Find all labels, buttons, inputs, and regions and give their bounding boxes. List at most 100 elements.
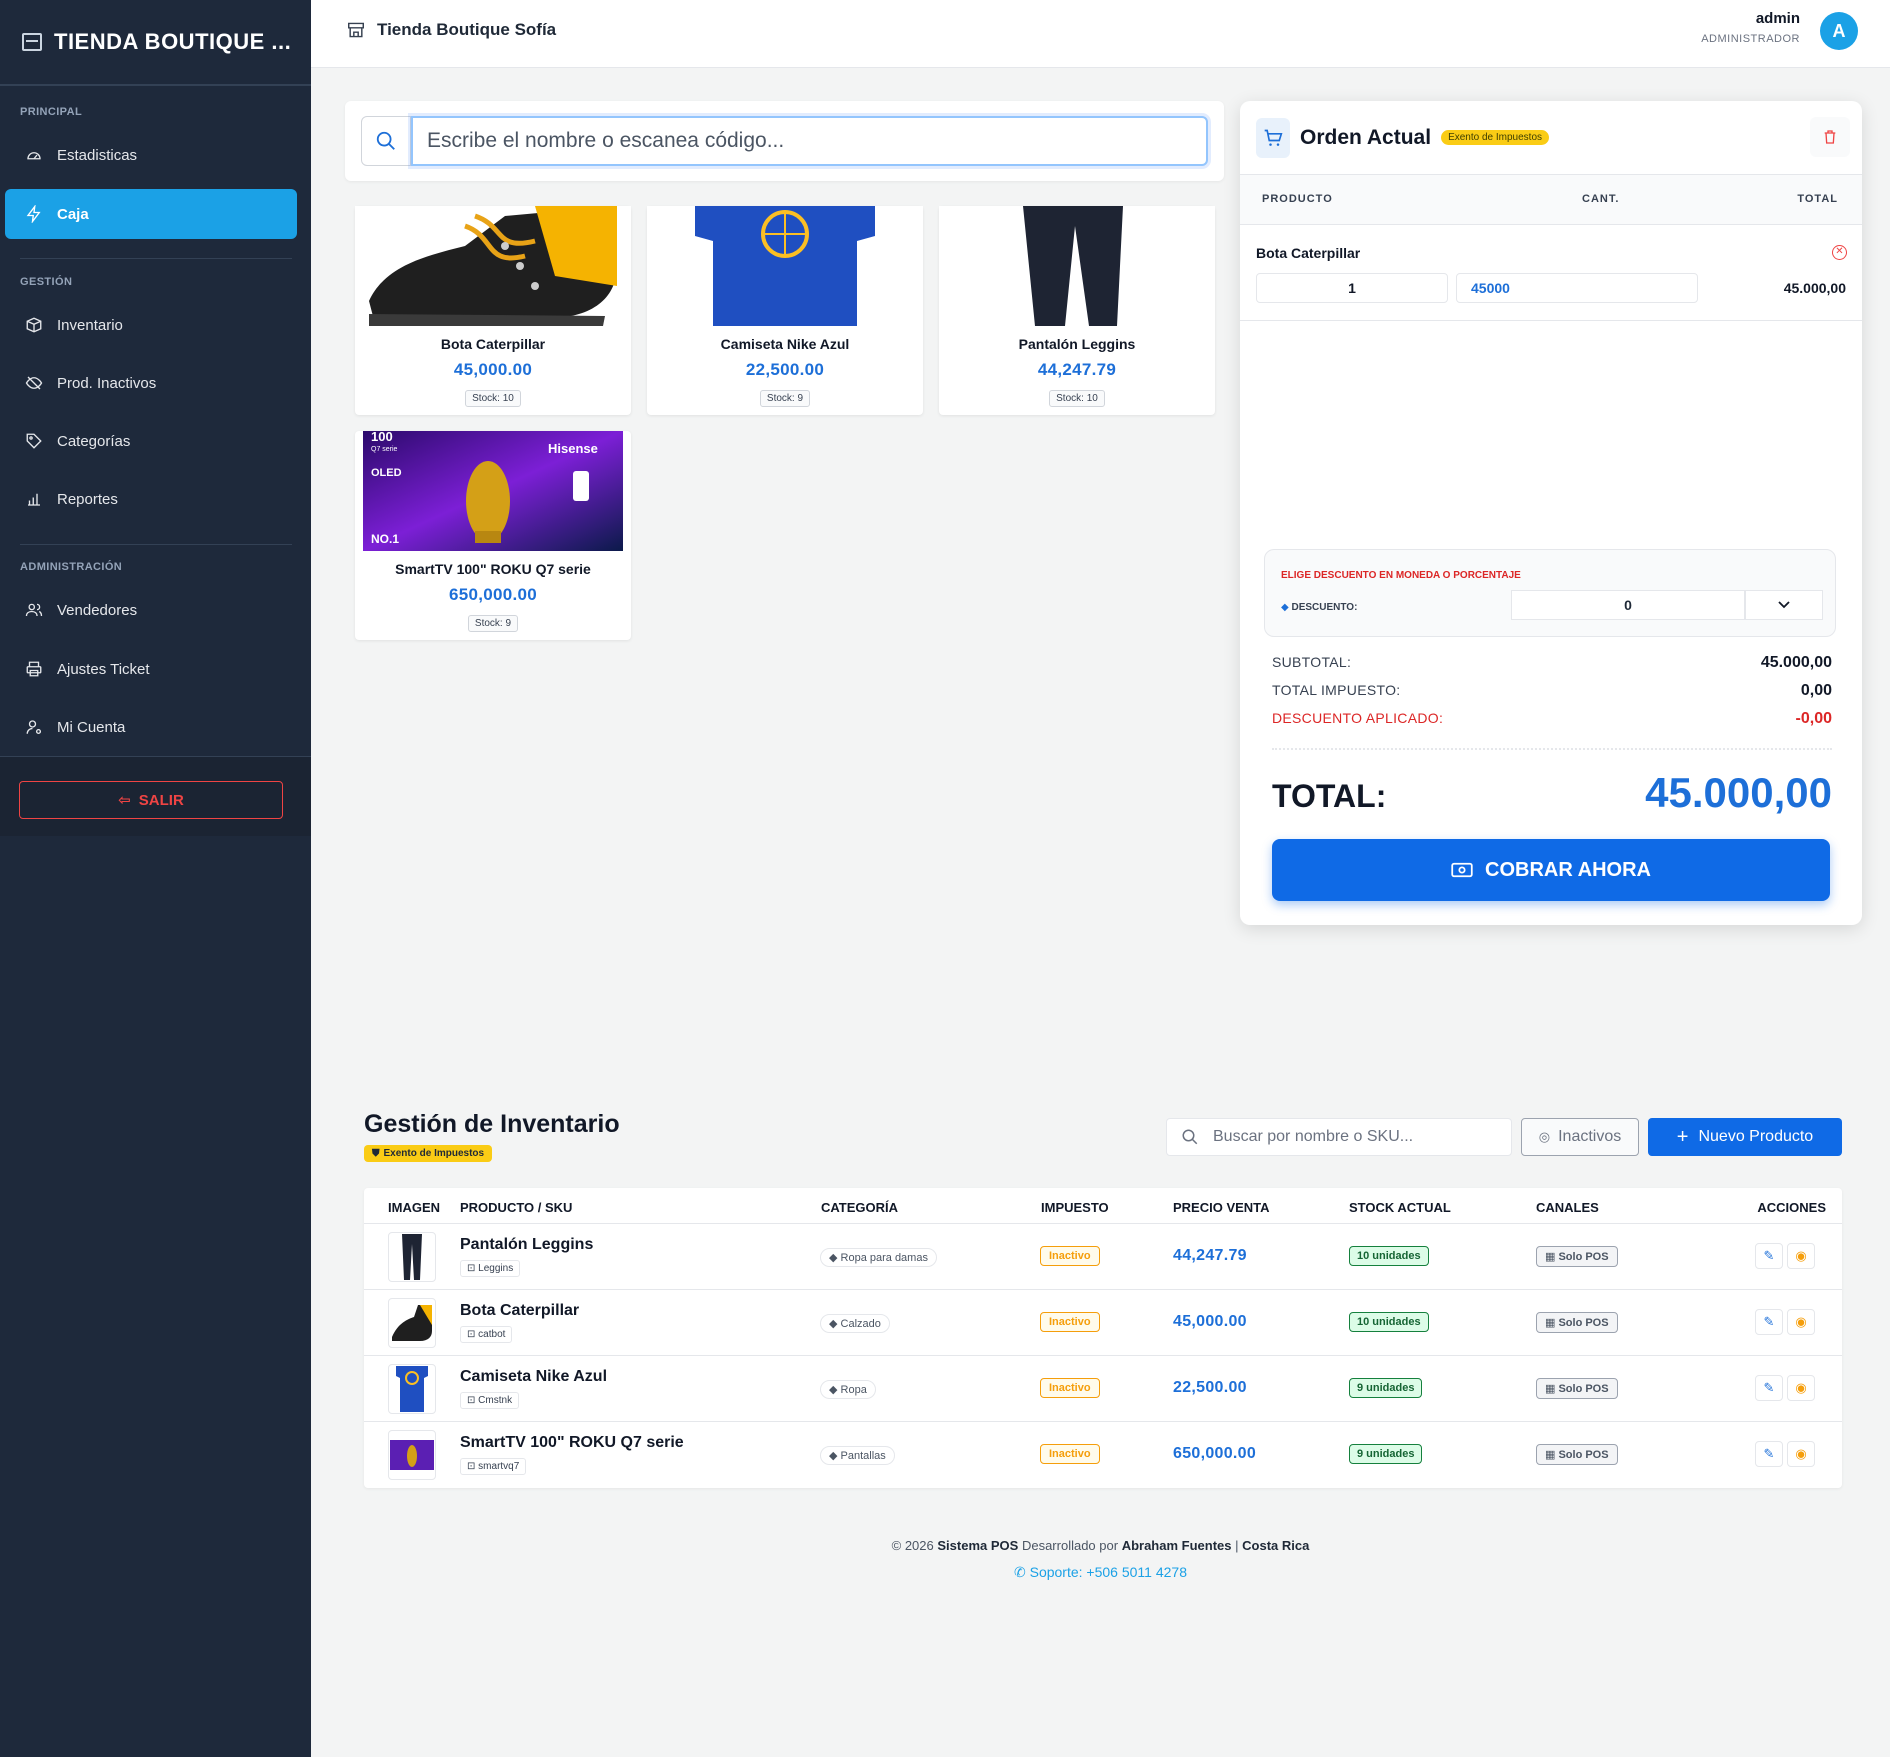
sidebar-item-ticket[interactable]: Ajustes Ticket: [5, 644, 297, 694]
tag-icon: ◆: [829, 1252, 841, 1264]
sidebar-item-label: Inventario: [57, 316, 123, 334]
user-info[interactable]: admin ADMINISTRADOR: [1701, 10, 1800, 45]
sidebar-item-label: Estadisticas: [57, 146, 138, 164]
col-image: IMAGEN: [388, 1200, 440, 1215]
product-name: SmartTV 100" ROKU Q7 serie: [460, 1434, 684, 1451]
table-row[interactable]: Camiseta Nike Azul ⊡ Cmstnk ◆ Ropa Inact…: [364, 1356, 1842, 1422]
col-product: PRODUCTO: [1262, 193, 1333, 205]
category-text: Pantallas: [840, 1450, 886, 1462]
discount-label: ◆ DESCUENTO:: [1281, 602, 1357, 613]
toggle-visibility-button[interactable]: ◉: [1787, 1243, 1815, 1269]
tv-tech-text: OLED: [371, 467, 402, 479]
chevron-down-icon: [1778, 601, 1790, 609]
inventory-table: IMAGEN PRODUCTO / SKU CATEGORÍA IMPUESTO…: [364, 1188, 1842, 1488]
edit-button[interactable]: ✎: [1755, 1375, 1783, 1401]
barcode-icon: ⊡: [467, 1329, 479, 1340]
sidebar-item-caja[interactable]: Caja: [5, 189, 297, 239]
channel-badge: ▦ Solo POS: [1536, 1312, 1618, 1333]
order-title: Orden Actual: [1300, 125, 1432, 149]
subtotal-value: 45.000,00: [1760, 654, 1832, 671]
product-price: 22,500.00: [745, 360, 825, 379]
table-row[interactable]: Pantalón Leggins ⊡ Leggins ◆ Ropa para d…: [364, 1224, 1842, 1290]
store-icon: ▦: [1545, 1383, 1559, 1395]
new-product-label: Nuevo Producto: [1698, 1128, 1814, 1145]
remove-item-icon[interactable]: ✕: [1832, 245, 1847, 260]
col-actions: ACCIONES: [1757, 1200, 1826, 1215]
sidebar-item-inactivos[interactable]: Prod. Inactivos: [5, 358, 297, 408]
search-icon: [1182, 1129, 1198, 1145]
discount-label-text: DESCUENTO:: [1291, 602, 1358, 613]
pencil-icon: ✎: [1763, 1248, 1775, 1263]
toggle-visibility-button[interactable]: ◉: [1787, 1375, 1815, 1401]
total-label: TOTAL:: [1272, 778, 1387, 814]
discount-applied-label: DESCUENTO APLICADO:: [1272, 710, 1444, 726]
order-item-name: Bota Caterpillar: [1256, 245, 1361, 261]
toggle-visibility-button[interactable]: ◉: [1787, 1441, 1815, 1467]
sidebar-item-reportes[interactable]: Reportes: [5, 474, 297, 524]
tax-value: 0,00: [1800, 682, 1832, 699]
sidebar-item-cuenta[interactable]: Mi Cuenta: [5, 702, 297, 752]
barcode-icon: ⊡: [467, 1263, 479, 1274]
discount-box: ELIGE DESCUENTO EN MONEDA O PORCENTAJE ◆…: [1264, 549, 1836, 637]
barcode-icon: ⊡: [467, 1395, 479, 1406]
table-row[interactable]: Bota Caterpillar ⊡ catbot ◆ Calzado Inac…: [364, 1290, 1842, 1356]
inventory-search-input[interactable]: [1213, 1128, 1493, 1146]
product-search-input[interactable]: [411, 116, 1208, 166]
discount-input[interactable]: 0: [1511, 590, 1745, 620]
product-card[interactable]: Pantalón Leggins 44,247.79 Stock: 10: [939, 206, 1215, 415]
lightning-icon: [25, 205, 43, 223]
pencil-icon: ✎: [1763, 1380, 1775, 1395]
sku-text: Cmstnk: [478, 1395, 513, 1406]
discount-title: ELIGE DESCUENTO EN MONEDA O PORCENTAJE: [1281, 570, 1521, 581]
product-card[interactable]: Camiseta Nike Azul 22,500.00 Stock: 9: [647, 206, 923, 415]
eye-icon: ◉: [1795, 1314, 1807, 1329]
sidebar-item-categorias[interactable]: Categorías: [5, 416, 297, 466]
brand[interactable]: TIENDA BOUTIQUE ...: [0, 0, 311, 86]
edit-button[interactable]: ✎: [1755, 1309, 1783, 1335]
quantity-input[interactable]: [1256, 273, 1448, 303]
channel-badge: ▦ Solo POS: [1536, 1444, 1618, 1465]
product-name: Bota Caterpillar: [460, 1302, 580, 1319]
product-card[interactable]: Bota Caterpillar 45,000.00 Stock: 10: [355, 206, 631, 415]
tag-icon: ◆: [829, 1384, 841, 1396]
sidebar-item-label: Prod. Inactivos: [57, 374, 157, 392]
new-product-button[interactable]: + Nuevo Producto: [1648, 1118, 1842, 1156]
support-link[interactable]: ✆ Soporte: +506 5011 4278: [311, 1564, 1890, 1581]
logout-button[interactable]: ⇦ SALIR: [19, 781, 283, 819]
product-image-tv: 100 Q7 serie Hisense OLED NO.1: [355, 431, 631, 551]
trash-icon: [1824, 130, 1836, 144]
footer-dev: Desarrollado por: [1021, 1538, 1119, 1553]
inventory-search[interactable]: [1166, 1118, 1512, 1156]
clear-order-button[interactable]: [1810, 117, 1850, 157]
order-panel: Orden Actual Exento de Impuestos PRODUCT…: [1240, 101, 1862, 925]
product-thumbnail: [388, 1232, 436, 1282]
avatar[interactable]: A: [1820, 12, 1858, 50]
edit-button[interactable]: ✎: [1755, 1441, 1783, 1467]
toggle-visibility-button[interactable]: ◉: [1787, 1309, 1815, 1335]
store-icon: [348, 22, 364, 38]
inactive-button[interactable]: ◎ Inactivos: [1521, 1118, 1639, 1156]
discount-type-select[interactable]: [1745, 590, 1823, 620]
product-card[interactable]: 100 Q7 serie Hisense OLED NO.1 SmartTV 1…: [355, 431, 631, 640]
store-icon: ▦: [1545, 1449, 1559, 1461]
order-item-total: 45.000,00: [1783, 280, 1846, 296]
plus-icon: +: [1676, 1125, 1689, 1148]
table-header: IMAGEN PRODUCTO / SKU CATEGORÍA IMPUESTO…: [364, 1188, 1842, 1224]
divider: [20, 544, 292, 545]
search-button[interactable]: [361, 116, 411, 166]
total-value: 45.000,00: [1645, 769, 1832, 816]
product-image-boot: [355, 206, 631, 326]
edit-button[interactable]: ✎: [1755, 1243, 1783, 1269]
sidebar-item-inventario[interactable]: Inventario: [5, 300, 297, 350]
sidebar-item-estadisticas[interactable]: Estadisticas: [5, 130, 297, 180]
sku-text: smartvq7: [478, 1461, 520, 1472]
product-search-card: [345, 101, 1224, 181]
channel-badge: ▦ Solo POS: [1536, 1246, 1618, 1267]
price-input[interactable]: [1456, 273, 1698, 303]
sale-price: 44,247.79: [1173, 1247, 1247, 1264]
sidebar-item-vendedores[interactable]: Vendedores: [5, 585, 297, 635]
cash-icon: [1451, 862, 1473, 878]
charge-button[interactable]: COBRAR AHORA: [1272, 839, 1830, 901]
table-row[interactable]: SmartTV 100" ROKU Q7 serie ⊡ smartvq7 ◆ …: [364, 1422, 1842, 1488]
product-stock: Stock: 10: [1049, 390, 1105, 407]
